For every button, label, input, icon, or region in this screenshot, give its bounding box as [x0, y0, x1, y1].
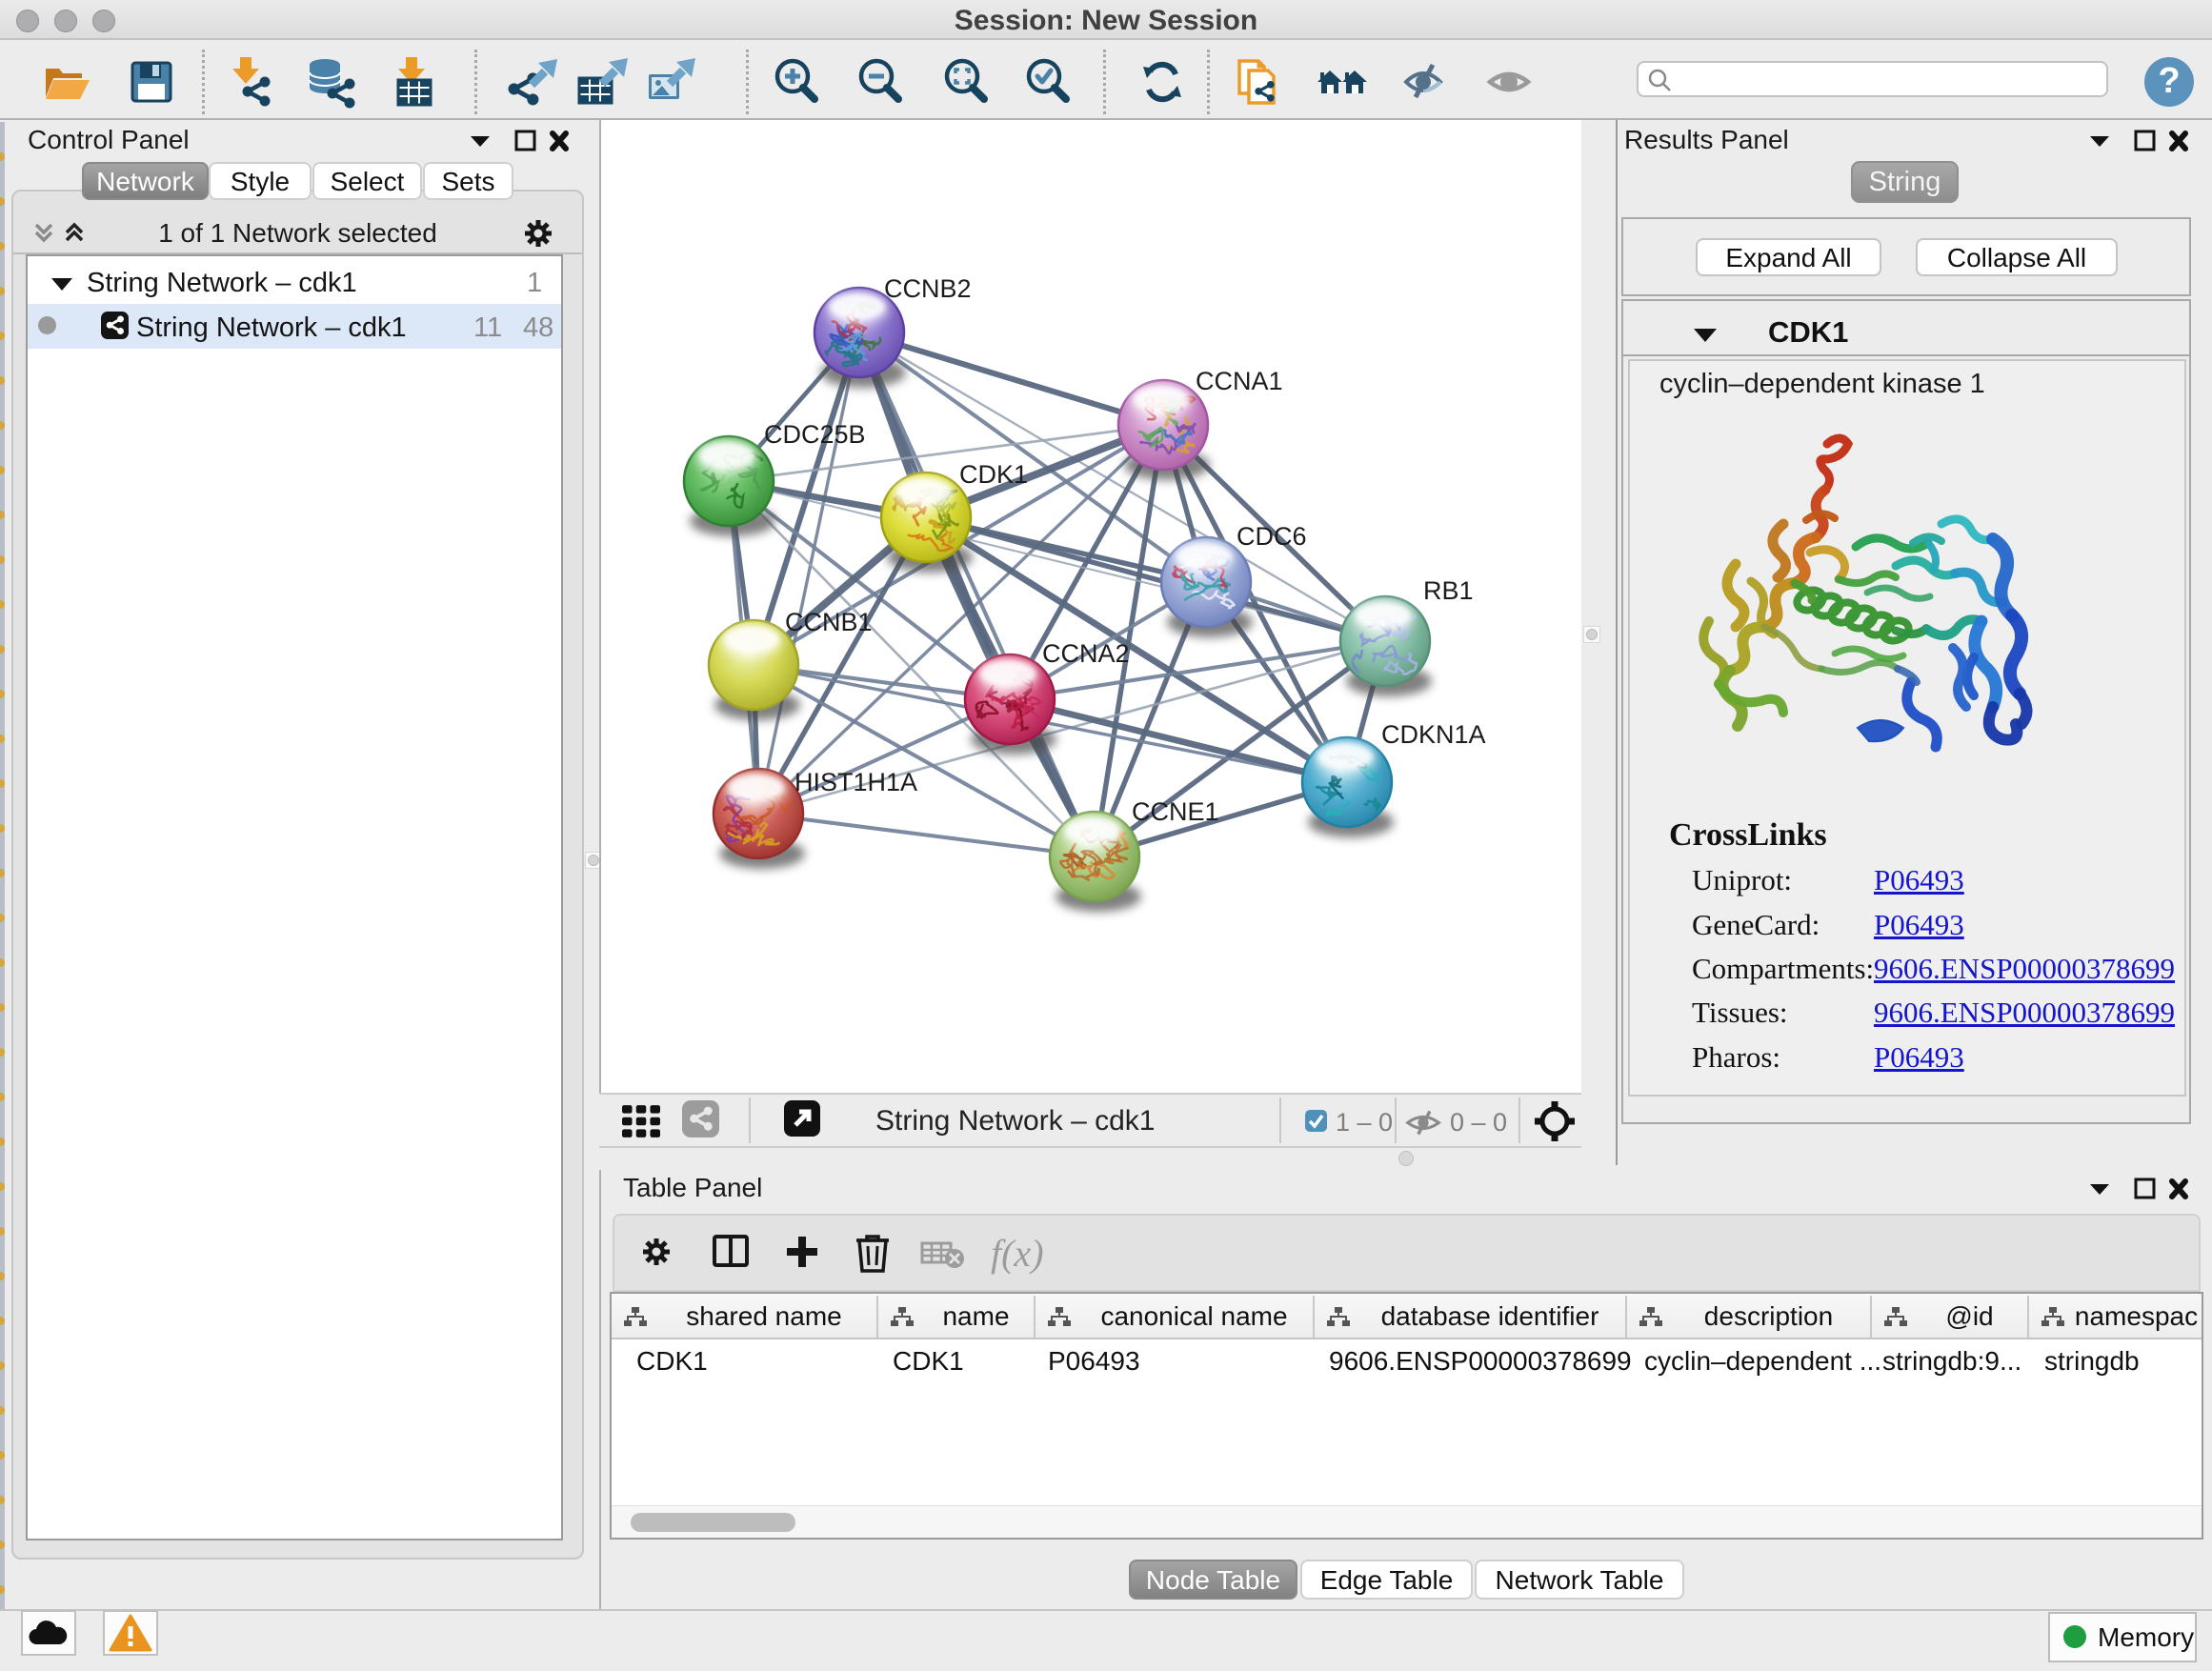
svg-text:RB1: RB1	[1423, 576, 1474, 605]
svg-text:CCNA1: CCNA1	[1196, 367, 1283, 395]
svg-text:CCNB2: CCNB2	[884, 274, 972, 303]
svg-text:CCNE1: CCNE1	[1132, 797, 1219, 826]
svg-text:HIST1H1A: HIST1H1A	[794, 768, 917, 796]
svg-text:CDKN1A: CDKN1A	[1381, 720, 1486, 749]
svg-text:CDK1: CDK1	[959, 460, 1028, 489]
svg-text:CCNA2: CCNA2	[1042, 639, 1130, 668]
svg-text:CCNB1: CCNB1	[785, 608, 873, 636]
svg-text:CDC6: CDC6	[1237, 522, 1307, 551]
svg-text:CDC25B: CDC25B	[764, 420, 866, 449]
